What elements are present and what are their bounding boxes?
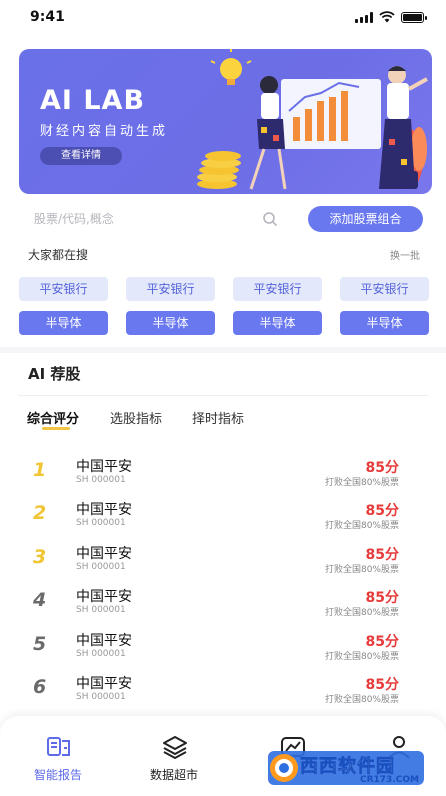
banner-detail-button[interactable]: 查看详情 (40, 147, 122, 165)
status-bar: 9:41 (0, 0, 446, 36)
hot-chip[interactable]: 平安银行 (233, 277, 322, 301)
hot-chip[interactable]: 半导体 (340, 311, 429, 335)
promo-banner[interactable]: AI LAB 财经内容自动生成 查看详情 (19, 49, 432, 194)
search-icon[interactable] (262, 211, 278, 227)
hot-chip[interactable]: 半导体 (19, 311, 108, 335)
banner-title: AI LAB (40, 85, 146, 116)
tab-stock-indicators[interactable]: 选股指标 (110, 408, 162, 427)
ai-picks-title: AI 荐股 (28, 365, 81, 383)
tab-timing-indicators[interactable]: 择时指标 (192, 408, 244, 427)
layers-icon (163, 736, 187, 759)
stock-score: 85分 (365, 634, 399, 650)
stock-score-note: 打败全国80%股票 (324, 695, 399, 705)
stock-score-note: 打败全国80%股票 (324, 521, 399, 531)
stock-name: 中国平安 (76, 676, 132, 692)
stock-name: 中国平安 (76, 546, 132, 562)
rank-badge: 6 (33, 676, 47, 698)
stock-code: SH 000001 (76, 692, 126, 702)
stock-score: 85分 (365, 590, 399, 606)
tab-active-indicator (42, 427, 70, 430)
stock-name: 中国平安 (76, 589, 132, 605)
section-divider (0, 347, 446, 353)
hot-chip[interactable]: 平安银行 (19, 277, 108, 301)
stock-score-note: 打败全国80%股票 (324, 478, 399, 488)
stock-row[interactable]: 3 中国平安 SH 000001 85分 打败全国80%股票 (0, 540, 446, 584)
hot-chip[interactable]: 平安银行 (126, 277, 215, 301)
report-icon (47, 737, 70, 756)
rank-badge: 1 (33, 459, 47, 481)
tab-overall-score[interactable]: 综合评分 (27, 408, 79, 427)
stock-score: 85分 (365, 547, 399, 563)
refresh-batch-button[interactable]: 换一批 (390, 247, 420, 262)
stock-code: SH 000001 (76, 475, 126, 485)
signal-icon (355, 11, 373, 23)
stock-score: 85分 (365, 677, 399, 693)
stock-score: 85分 (365, 460, 399, 476)
wifi-icon (379, 11, 395, 23)
nav-data-market[interactable]: 数据超市 (124, 716, 224, 796)
status-time: 9:41 (30, 9, 65, 25)
banner-illustration (197, 49, 428, 190)
watermark-url: CR173.COM (360, 775, 419, 785)
banner-subtitle: 财经内容自动生成 (40, 124, 169, 139)
rank-badge: 5 (33, 633, 47, 655)
hot-chip[interactable]: 半导体 (126, 311, 215, 335)
stock-name: 中国平安 (76, 459, 132, 475)
stock-row[interactable]: 5 中国平安 SH 000001 85分 打败全国80%股票 (0, 627, 446, 671)
stock-code: SH 000001 (76, 518, 126, 528)
hot-chip[interactable]: 平安银行 (340, 277, 429, 301)
stock-row[interactable]: 6 中国平安 SH 000001 85分 打败全国80%股票 (0, 670, 446, 714)
rank-badge: 4 (33, 589, 47, 611)
stock-code: SH 000001 (76, 649, 126, 659)
nav-label: 数据超市 (149, 768, 198, 782)
hot-search-title: 大家都在搜 (28, 248, 89, 262)
divider-line (18, 395, 428, 396)
stock-name: 中国平安 (76, 502, 132, 518)
rank-badge: 3 (33, 546, 47, 568)
stock-code: SH 000001 (76, 605, 126, 615)
stock-row[interactable]: 4 中国平安 SH 000001 85分 打败全国80%股票 (0, 583, 446, 627)
add-stock-group-button[interactable]: 添加股票组合 (308, 206, 423, 232)
hot-chip[interactable]: 半导体 (233, 311, 322, 335)
status-icons (355, 11, 427, 23)
stock-name: 中国平安 (76, 633, 132, 649)
stock-score: 85分 (365, 503, 399, 519)
stock-row[interactable]: 1 中国平安 SH 000001 85分 打败全国80%股票 (0, 453, 446, 497)
battery-icon (401, 11, 427, 23)
stock-score-note: 打败全国80%股票 (324, 608, 399, 618)
nav-smart-report[interactable]: 智能报告 (8, 716, 108, 796)
rank-badge: 2 (33, 502, 47, 524)
stock-score-note: 打败全国80%股票 (324, 565, 399, 575)
nav-label: 智能报告 (33, 768, 82, 782)
search-input[interactable] (34, 209, 254, 229)
stock-code: SH 000001 (76, 562, 126, 572)
stock-row[interactable]: 2 中国平安 SH 000001 85分 打败全国80%股票 (0, 496, 446, 540)
stock-score-note: 打败全国80%股票 (324, 652, 399, 662)
